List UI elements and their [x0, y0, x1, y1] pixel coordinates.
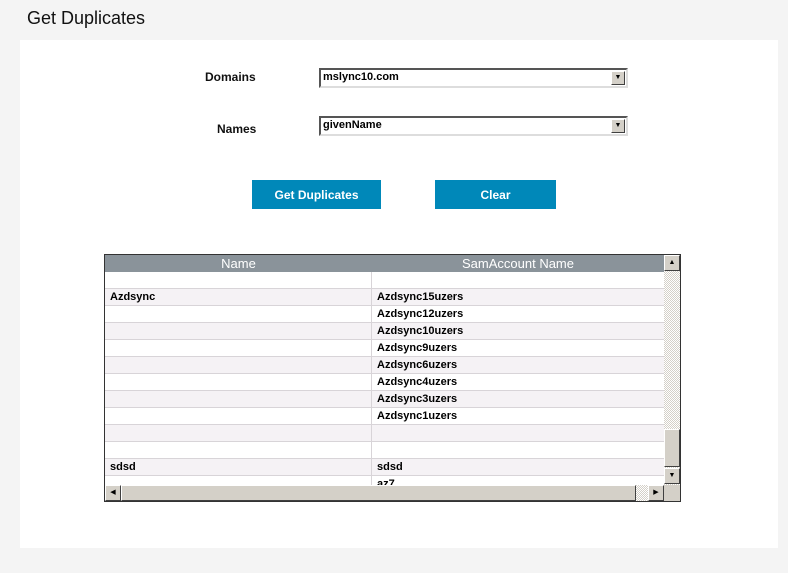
- cell-samaccount-name: Azdsync15uzers: [377, 291, 464, 303]
- table-row[interactable]: Azdsync9uzers: [105, 340, 664, 357]
- table-row[interactable]: Azdsync1uzers: [105, 408, 664, 425]
- cell-samaccount-name: sdsd: [377, 461, 403, 473]
- cell-samaccount-name: Azdsync1uzers: [377, 410, 458, 422]
- cell-name: [105, 442, 372, 458]
- domains-select[interactable]: mslync10.com ▼: [319, 68, 628, 88]
- table-row[interactable]: [105, 272, 664, 289]
- domains-value: mslync10.com: [323, 71, 399, 83]
- names-select[interactable]: givenName ▼: [319, 116, 628, 136]
- cell-samaccount-name: Azdsync10uzers: [377, 325, 464, 337]
- table-row[interactable]: az7: [105, 476, 664, 485]
- cell-samaccount-name: Azdsync4uzers: [377, 376, 458, 388]
- scrollbar-corner: [664, 485, 680, 501]
- table-row[interactable]: [105, 442, 664, 459]
- table-row[interactable]: Azdsync3uzers: [105, 391, 664, 408]
- names-label: Names: [217, 122, 257, 136]
- page-title: Get Duplicates: [27, 8, 146, 28]
- column-header-name[interactable]: Name: [105, 255, 372, 272]
- cell-samaccount-name: [372, 442, 664, 458]
- scroll-right-icon[interactable]: ▶: [648, 485, 664, 501]
- grid-body: Azdsync Azdsync15uzers Azdsync12uzers Azdsy…: [105, 272, 664, 485]
- cell-samaccount-name: [372, 272, 664, 288]
- results-grid: Name SamAccount Name Azdsync Azdsync15uze…: [104, 254, 681, 502]
- scroll-up-icon[interactable]: ▲: [664, 255, 680, 271]
- horizontal-scroll-thumb[interactable]: [121, 485, 636, 501]
- table-row[interactable]: Azdsync Azdsync15uzers: [105, 289, 664, 306]
- cell-name: [105, 408, 372, 424]
- table-row[interactable]: Azdsync4uzers: [105, 374, 664, 391]
- vertical-scroll-thumb[interactable]: [664, 429, 680, 467]
- chevron-down-icon[interactable]: ▼: [611, 119, 625, 133]
- cell-name: [105, 374, 372, 390]
- names-value: givenName: [323, 119, 382, 131]
- domains-label: Domains: [205, 70, 256, 84]
- grid-header: Name SamAccount Name: [105, 255, 664, 272]
- table-row[interactable]: [105, 425, 664, 442]
- scroll-left-icon[interactable]: ◀: [105, 485, 121, 501]
- cell-samaccount-name: Azdsync6uzers: [377, 359, 458, 371]
- cell-name: [105, 357, 372, 373]
- cell-samaccount-name: Azdsync3uzers: [377, 393, 458, 405]
- cell-name: [105, 476, 372, 485]
- cell-samaccount-name: az7: [377, 478, 395, 485]
- get-duplicates-button[interactable]: Get Duplicates: [252, 180, 381, 209]
- table-row[interactable]: sdsd sdsd: [105, 459, 664, 476]
- cell-name: sdsd: [105, 459, 372, 475]
- scroll-down-icon[interactable]: ▼: [664, 468, 680, 484]
- cell-name: [105, 323, 372, 339]
- table-row[interactable]: Azdsync10uzers: [105, 323, 664, 340]
- cell-name: [105, 272, 372, 288]
- cell-name: [105, 391, 372, 407]
- cell-name: [105, 425, 372, 441]
- clear-button[interactable]: Clear: [435, 180, 556, 209]
- column-header-samaccount[interactable]: SamAccount Name: [372, 255, 664, 272]
- chevron-down-icon[interactable]: ▼: [611, 71, 625, 85]
- table-row[interactable]: Azdsync12uzers: [105, 306, 664, 323]
- cell-samaccount-name: [372, 425, 664, 441]
- table-row[interactable]: Azdsync6uzers: [105, 357, 664, 374]
- cell-name: [105, 306, 372, 322]
- cell-samaccount-name: Azdsync9uzers: [377, 342, 458, 354]
- cell-samaccount-name: Azdsync12uzers: [377, 308, 464, 320]
- cell-name: Azdsync: [105, 289, 372, 305]
- cell-name: [105, 340, 372, 356]
